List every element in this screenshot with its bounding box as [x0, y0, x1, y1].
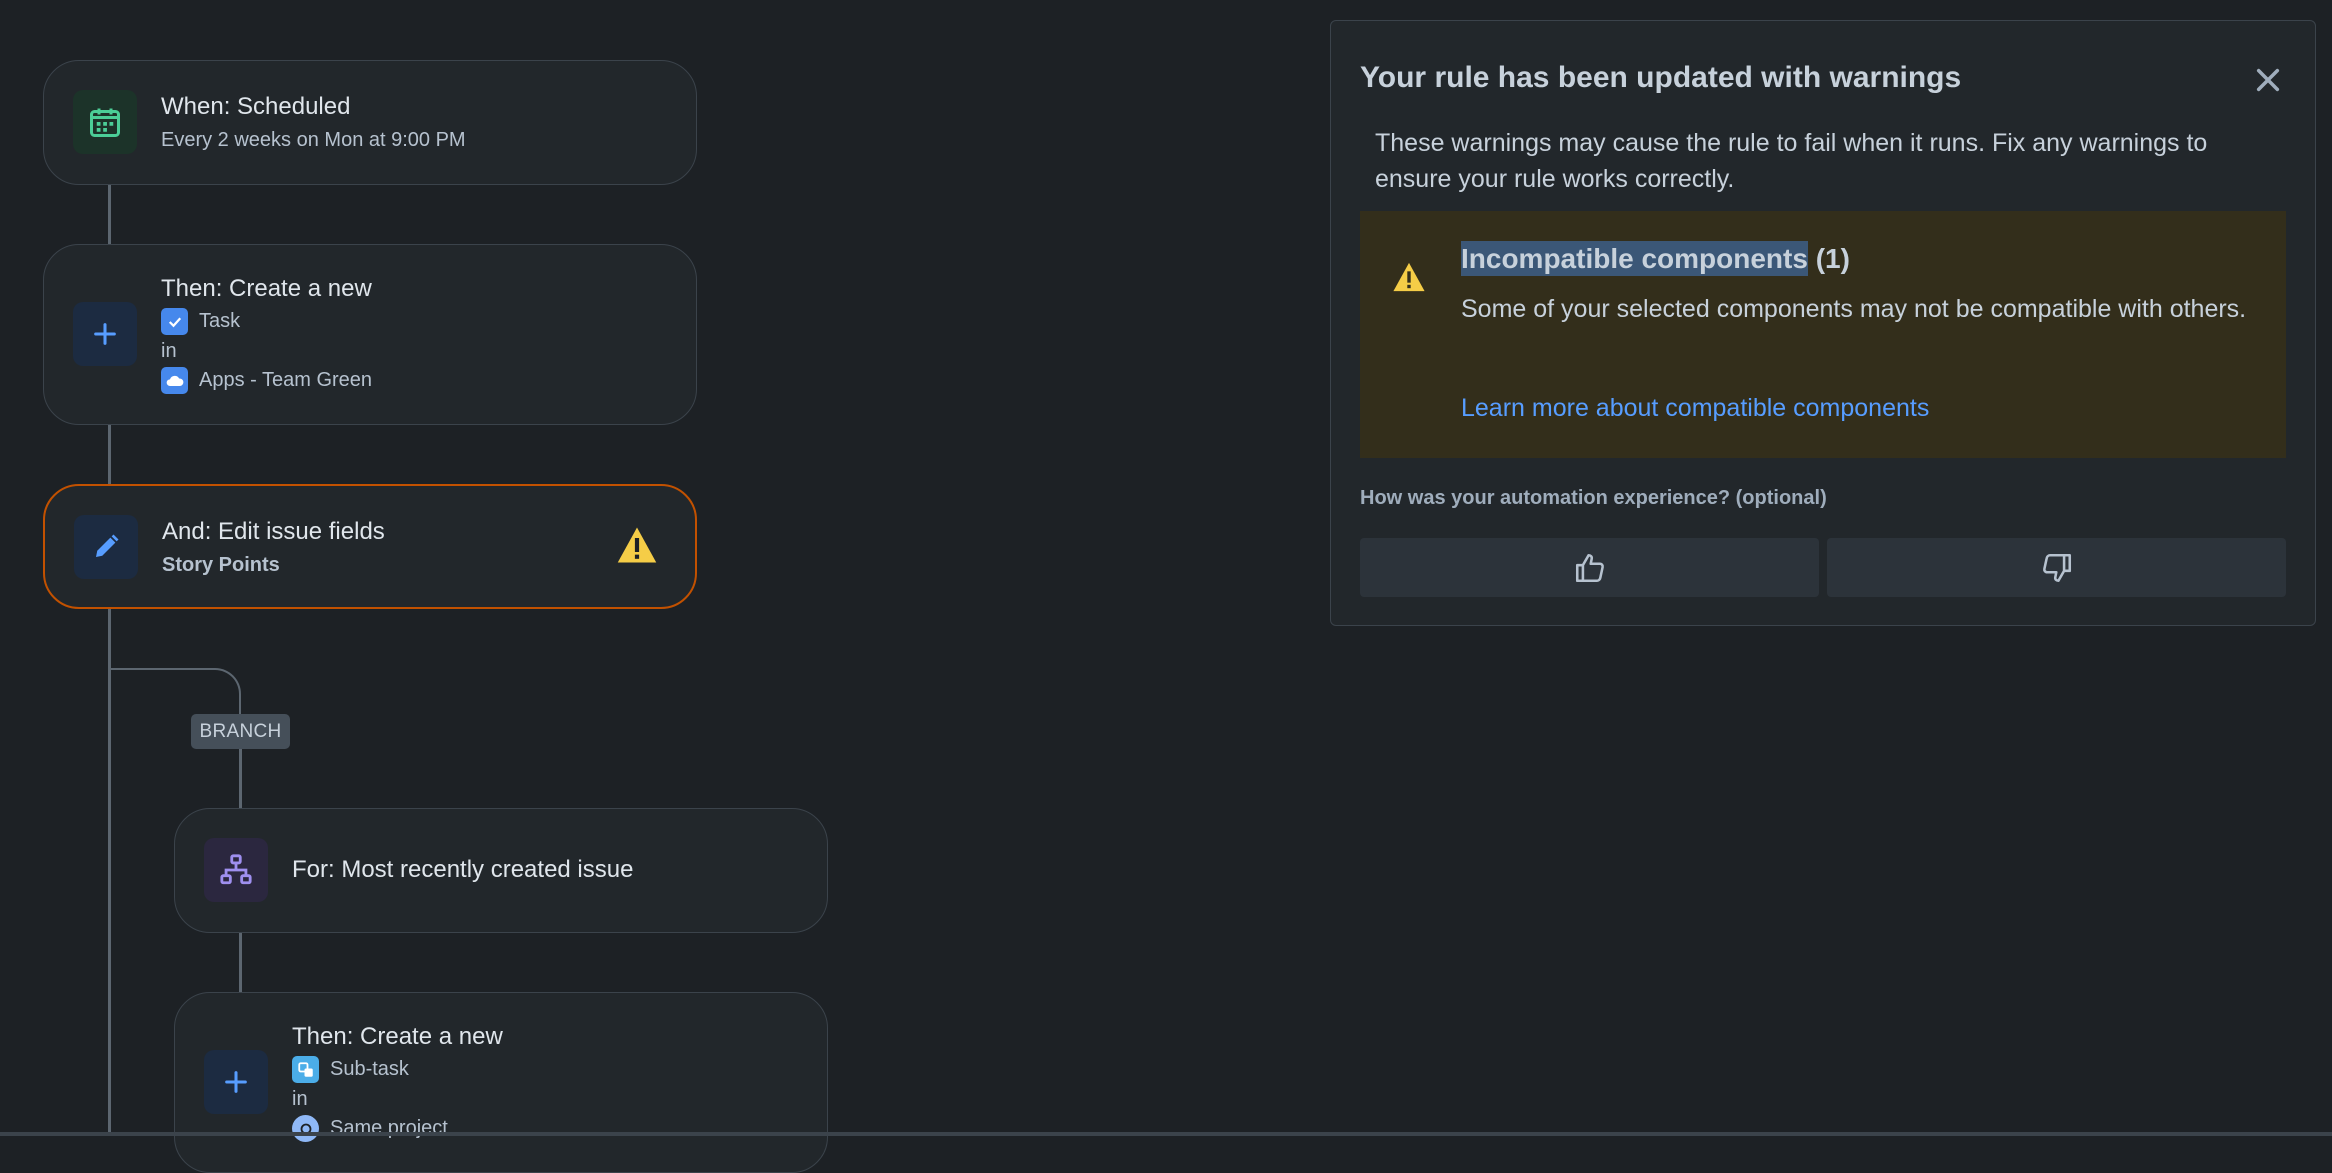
branch-connector: [108, 668, 241, 716]
close-button[interactable]: [2245, 57, 2291, 103]
thumbs-up-icon: [1575, 553, 1604, 582]
issue-type-label: Task: [199, 310, 241, 332]
edit-fields-title: And: Edit issue fields: [162, 518, 385, 545]
flag-title: Your rule has been updated with warnings: [1360, 61, 1962, 94]
canvas-bottom-border: [0, 1132, 2332, 1136]
for-branch-title: For: Most recently created issue: [292, 856, 634, 883]
close-icon: [2256, 68, 2280, 92]
warning-section: Incompatible components (1) Some of your…: [1360, 211, 2286, 458]
for-branch-node[interactable]: For: Most recently created issue: [174, 808, 828, 933]
warning-icon: [616, 525, 658, 570]
project-label: Same project: [330, 1117, 448, 1139]
create-task-title: Then: Create a new: [161, 275, 372, 302]
thumbs-down-button[interactable]: [1827, 538, 2286, 597]
thumbs-down-icon: [2042, 553, 2071, 582]
plus-icon: [204, 1050, 268, 1114]
create-subtask-node[interactable]: Then: Create a new Sub-task in Same proj…: [174, 992, 828, 1173]
issue-type-label: Sub-task: [330, 1058, 409, 1080]
create-task-node[interactable]: Then: Create a new Task in Apps - Team G…: [43, 244, 697, 425]
trigger-schedule: Every 2 weeks on Mon at 9:00 PM: [161, 129, 466, 151]
task-checkbox-icon: [161, 308, 188, 335]
warning-heading-text: Incompatible components: [1461, 241, 1808, 276]
learn-more-link[interactable]: Learn more about compatible components: [1461, 394, 1929, 423]
trigger-title: When: Scheduled: [161, 93, 351, 120]
branch-hierarchy-icon: [204, 838, 268, 902]
connector-line: [239, 932, 242, 994]
calendar-icon: [73, 90, 137, 154]
subtask-icon: [292, 1056, 319, 1083]
warning-icon: [1392, 261, 1426, 298]
pencil-icon: [74, 515, 138, 579]
warning-flag-panel: Your rule has been updated with warnings…: [1330, 20, 2316, 626]
project-label: Apps - Team Green: [199, 369, 373, 391]
in-label: in: [292, 1088, 308, 1110]
warning-heading: Incompatible components (1): [1461, 241, 1850, 276]
thumbs-up-button[interactable]: [1360, 538, 1819, 597]
feedback-question: How was your automation experience? (opt…: [1360, 487, 1827, 509]
create-subtask-title: Then: Create a new: [292, 1023, 503, 1050]
branch-tag: BRANCH: [191, 714, 290, 749]
cloud-project-icon: [161, 367, 188, 394]
in-label: in: [161, 340, 177, 362]
warning-count: (1): [1815, 243, 1850, 274]
flag-description: These warnings may cause the rule to fai…: [1375, 129, 2208, 193]
connector-line: [239, 748, 242, 810]
warning-text: Some of your selected components may not…: [1461, 295, 2247, 323]
story-points-field: Story Points: [162, 554, 280, 576]
edit-fields-node[interactable]: And: Edit issue fields Story Points: [43, 484, 697, 609]
trigger-node[interactable]: When: Scheduled Every 2 weeks on Mon at …: [43, 60, 697, 185]
plus-icon: [73, 302, 137, 366]
same-project-icon: [292, 1115, 319, 1142]
